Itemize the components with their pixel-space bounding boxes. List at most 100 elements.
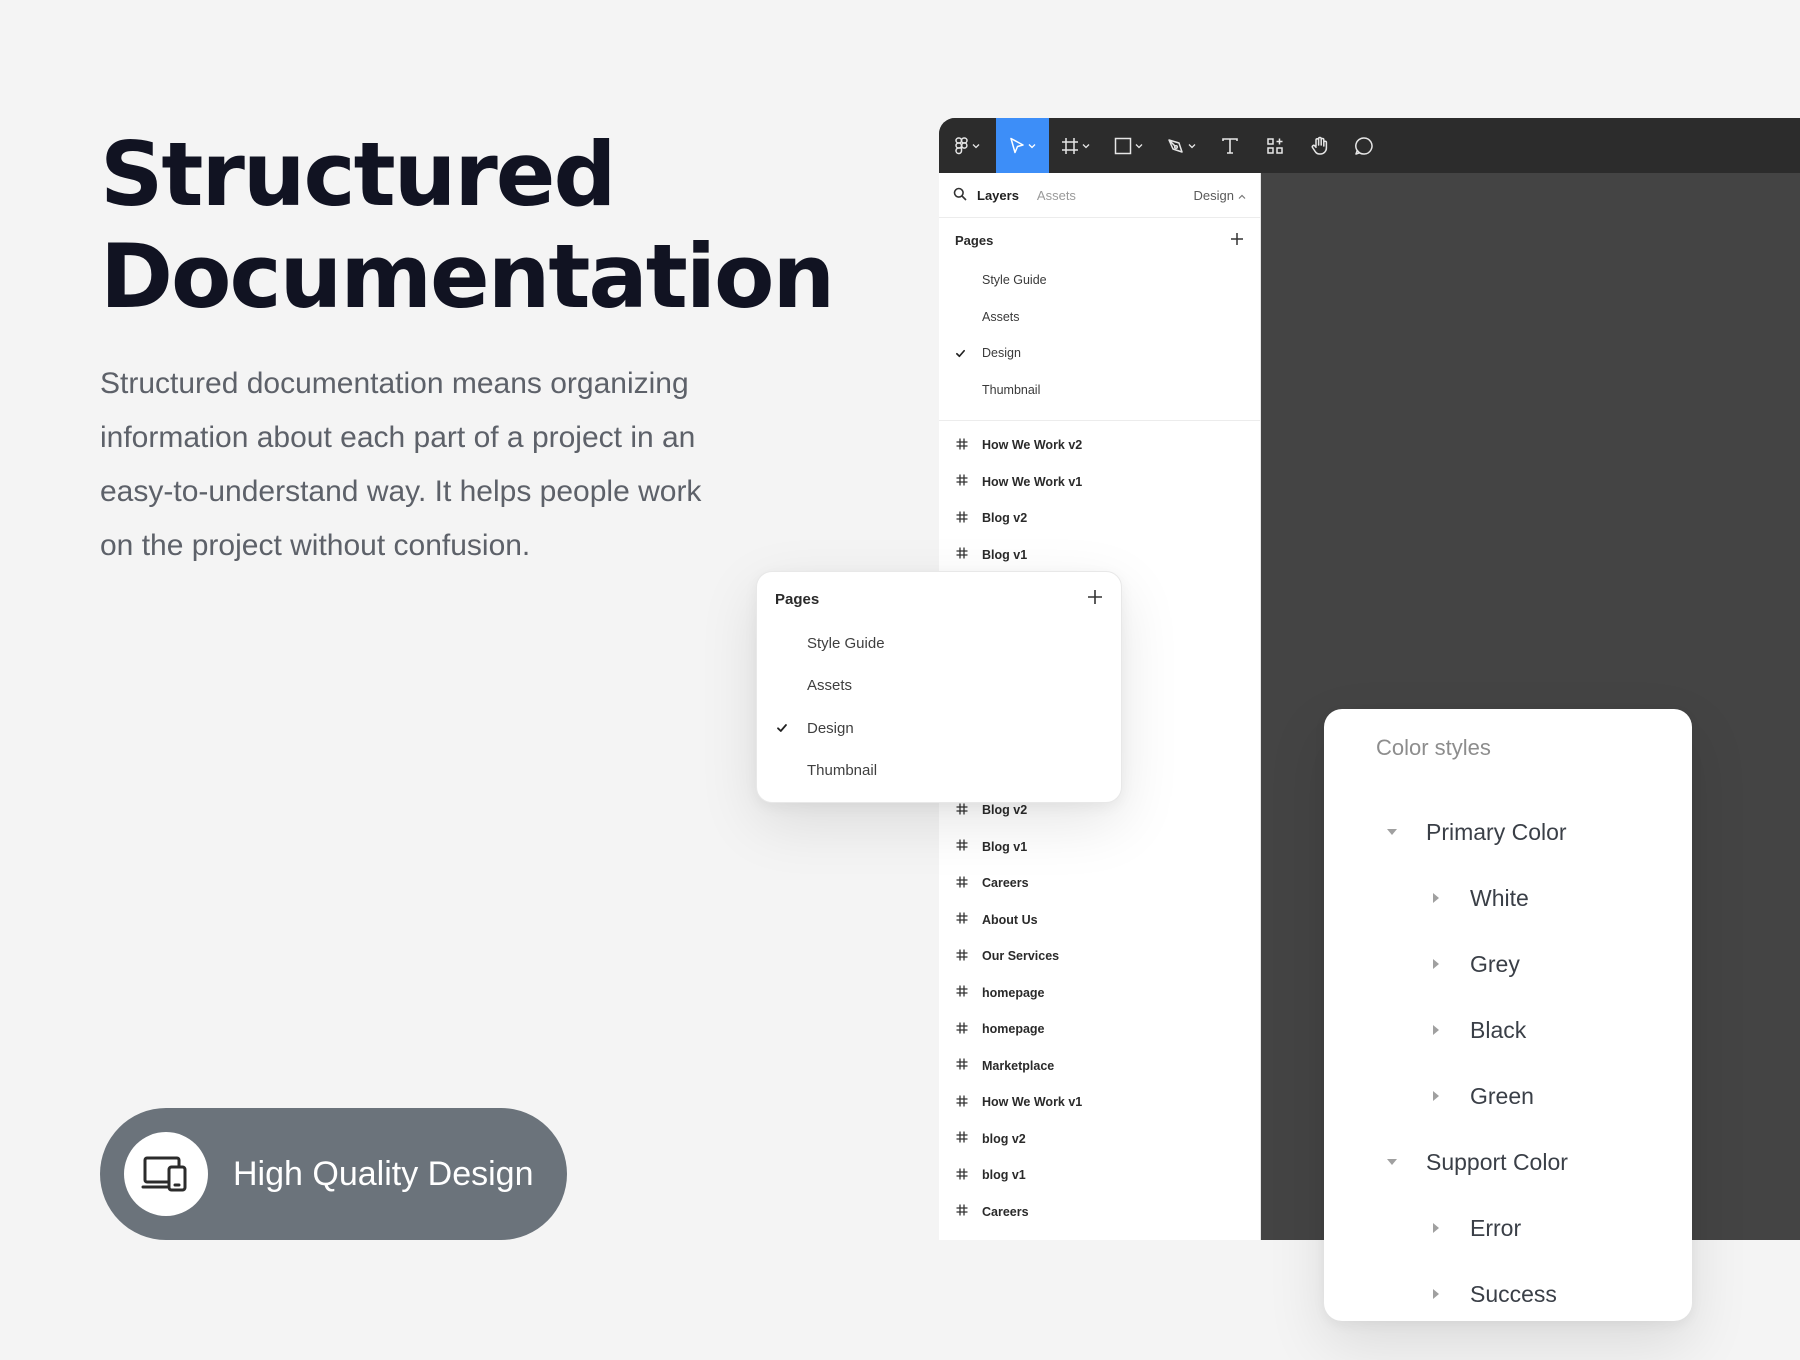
caret-down-icon bbox=[1382, 1158, 1402, 1166]
layer-item[interactable]: Careers bbox=[939, 865, 1260, 902]
shape-tool-button[interactable] bbox=[1102, 118, 1155, 173]
color-group-label: Primary Color bbox=[1426, 818, 1567, 845]
layer-item-label: How We Work v2 bbox=[982, 438, 1083, 453]
chevron-down-icon bbox=[1082, 143, 1090, 149]
move-tool-icon bbox=[1009, 137, 1025, 155]
layer-item[interactable]: homepage bbox=[939, 975, 1260, 1012]
frame-tool-button[interactable] bbox=[1049, 118, 1102, 173]
badge-label: High Quality Design bbox=[233, 1154, 534, 1193]
layer-item[interactable]: About Us bbox=[939, 902, 1260, 939]
page-title: Structured Documentation bbox=[100, 123, 835, 328]
tab-layers[interactable]: Layers bbox=[977, 188, 1019, 203]
page-item[interactable]: Design bbox=[757, 707, 1121, 750]
frame-icon bbox=[956, 949, 982, 964]
color-group-label: Support Color bbox=[1426, 1148, 1568, 1175]
layer-item[interactable]: Careers bbox=[939, 1194, 1260, 1231]
text-tool-button[interactable] bbox=[1208, 118, 1252, 173]
color-style-label: Black bbox=[1470, 1016, 1527, 1043]
tab-assets[interactable]: Assets bbox=[1037, 188, 1076, 203]
layer-item[interactable]: Blog v1 bbox=[939, 537, 1260, 574]
frame-icon bbox=[956, 876, 982, 891]
page-item[interactable]: Thumbnail bbox=[757, 750, 1121, 793]
layer-item[interactable]: blog v1 bbox=[939, 1157, 1260, 1194]
layer-item[interactable]: Blog v2 bbox=[939, 500, 1260, 537]
pages-list: Style Guide Assets Design Thumbnail bbox=[939, 262, 1260, 408]
pages-section: Pages Style Guide Assets Design Thumbnail bbox=[939, 218, 1260, 421]
frame-icon bbox=[956, 1058, 982, 1073]
caret-down-icon bbox=[1382, 828, 1402, 836]
layer-item[interactable]: Blog v1 bbox=[939, 829, 1260, 866]
color-style-item[interactable]: Black bbox=[1324, 997, 1692, 1063]
color-style-item[interactable]: Success bbox=[1324, 1261, 1692, 1327]
hand-tool-icon bbox=[1310, 136, 1330, 156]
color-group[interactable]: Primary Color bbox=[1324, 799, 1692, 865]
color-style-label: Success bbox=[1470, 1280, 1557, 1307]
layer-item[interactable]: How We Work v2 bbox=[939, 427, 1260, 464]
layer-item[interactable]: About Us bbox=[939, 1230, 1260, 1240]
layer-item[interactable]: homepage bbox=[939, 1011, 1260, 1048]
add-page-icon[interactable] bbox=[1087, 589, 1103, 609]
layer-item-label: Marketplace bbox=[982, 1058, 1055, 1073]
layer-item[interactable]: Our Services bbox=[939, 938, 1260, 975]
caret-right-icon bbox=[1426, 958, 1446, 970]
hand-tool-button[interactable] bbox=[1298, 118, 1342, 173]
color-group[interactable]: Support Color bbox=[1324, 1129, 1692, 1195]
frame-tool-icon bbox=[1061, 137, 1079, 155]
pen-tool-button[interactable] bbox=[1155, 118, 1208, 173]
layer-item-label: homepage bbox=[982, 1022, 1045, 1037]
frame-icon bbox=[956, 803, 982, 818]
resources-button[interactable] bbox=[1252, 118, 1298, 173]
page-item-label: Design bbox=[982, 346, 1021, 361]
frame-icon bbox=[956, 1131, 982, 1146]
page-item[interactable]: Assets bbox=[939, 299, 1260, 336]
color-styles-title: Color styles bbox=[1376, 735, 1491, 760]
rectangle-icon bbox=[1114, 137, 1132, 155]
pages-header: Pages bbox=[939, 218, 1260, 262]
frame-icon bbox=[956, 1095, 982, 1110]
layer-item[interactable]: How We Work v1 bbox=[939, 464, 1260, 501]
caret-right-icon bbox=[1426, 1090, 1446, 1102]
color-style-item[interactable]: Green bbox=[1324, 1063, 1692, 1129]
title-line-1: Structured bbox=[100, 123, 616, 226]
page-item[interactable]: Style Guide bbox=[939, 262, 1260, 299]
layer-item[interactable]: blog v2 bbox=[939, 1121, 1260, 1158]
color-style-item[interactable]: Error bbox=[1324, 1195, 1692, 1261]
page-item-label: Style Guide bbox=[982, 273, 1047, 288]
page-item[interactable]: Design bbox=[939, 335, 1260, 372]
search-icon[interactable] bbox=[953, 187, 967, 204]
color-style-label: White bbox=[1470, 884, 1529, 911]
page-item[interactable]: Assets bbox=[757, 665, 1121, 708]
layer-item-label: Blog v1 bbox=[982, 547, 1028, 562]
color-style-label: Error bbox=[1470, 1214, 1522, 1241]
figma-menu-button[interactable] bbox=[939, 118, 996, 173]
layer-item-label: blog v2 bbox=[982, 1131, 1026, 1146]
frame-icon bbox=[956, 1022, 982, 1037]
layer-item-label: Our Services bbox=[982, 949, 1060, 964]
add-page-icon[interactable] bbox=[1230, 232, 1244, 249]
page-item-label: Design bbox=[807, 719, 854, 737]
resources-icon bbox=[1266, 137, 1284, 155]
color-style-item[interactable]: Grey bbox=[1324, 931, 1692, 997]
page-switcher[interactable]: Design bbox=[1194, 188, 1246, 203]
checkmark-icon bbox=[939, 348, 982, 359]
color-style-item[interactable]: White bbox=[1324, 865, 1692, 931]
page-item-label: Thumbnail bbox=[807, 762, 878, 780]
color-styles-card: Color styles Primary Color White Grey Black… bbox=[1324, 709, 1692, 1321]
chevron-up-icon bbox=[1238, 188, 1246, 203]
frame-icon bbox=[956, 1168, 982, 1183]
page-item[interactable]: Thumbnail bbox=[939, 372, 1260, 409]
comment-button[interactable] bbox=[1342, 118, 1386, 173]
page-item[interactable]: Style Guide bbox=[757, 622, 1121, 665]
move-tool-button[interactable] bbox=[996, 118, 1049, 173]
page-item-label: Thumbnail bbox=[982, 382, 1041, 397]
frame-icon bbox=[956, 985, 982, 1000]
layer-item[interactable]: Marketplace bbox=[939, 1048, 1260, 1085]
page-item-label: Assets bbox=[807, 677, 853, 695]
layer-item-label: Careers bbox=[982, 876, 1029, 891]
layer-item-label: How We Work v1 bbox=[982, 1095, 1083, 1110]
layer-item[interactable]: How We Work v1 bbox=[939, 1084, 1260, 1121]
pen-tool-icon bbox=[1167, 137, 1185, 155]
title-line-2: Documentation bbox=[100, 225, 835, 328]
caret-right-icon bbox=[1426, 1024, 1446, 1036]
chevron-down-icon bbox=[1028, 143, 1036, 149]
